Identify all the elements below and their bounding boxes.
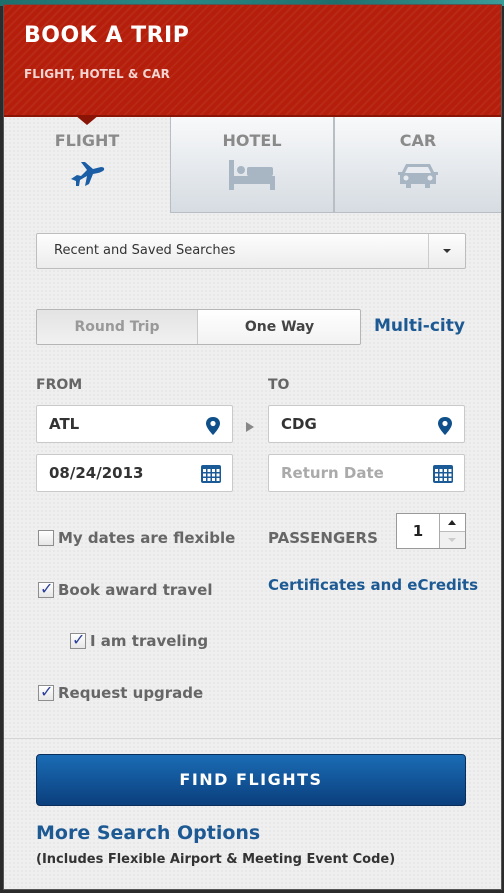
chevron-down-icon [443,249,451,253]
flexible-dates-checkbox[interactable]: My dates are flexible [38,529,235,547]
i-am-traveling-label: I am traveling [90,632,209,650]
panel-title: BOOK A TRIP [24,23,190,48]
route-arrow-icon [246,422,254,432]
tab-flight-label: FLIGHT [54,131,120,150]
passengers-stepper[interactable]: 1 [396,513,466,549]
certificates-ecredits-link[interactable]: Certificates and eCredits [268,576,478,594]
tab-hotel-label: HOTEL [222,131,282,150]
tab-car-label: CAR [399,131,437,150]
flexible-dates-label: My dates are flexible [58,529,236,547]
checkmark-icon: ✓ [72,630,86,649]
more-search-options-link[interactable]: More Search Options [36,822,260,844]
passengers-label: PASSENGERS [268,529,378,547]
checkmark-icon: ✓ [40,682,54,701]
calendar-icon[interactable] [201,465,221,487]
return-date-placeholder: Return Date [281,464,384,482]
passengers-value[interactable]: 1 [397,514,440,548]
depart-date-input[interactable]: 08/24/2013 [36,454,233,492]
trip-type-toggle: Round Trip One Way [36,309,361,345]
one-way-button[interactable]: One Way [198,310,360,344]
recent-searches-dropdown[interactable]: Recent and Saved Searches [36,233,466,269]
book-a-trip-panel: BOOK A TRIP FLIGHT, HOTEL & CAR FLIGHT H… [3,4,502,890]
tab-car[interactable]: CAR [334,117,501,213]
panel-header: BOOK A TRIP FLIGHT, HOTEL & CAR [4,5,501,117]
panel-subtitle: FLIGHT, HOTEL & CAR [24,67,170,81]
award-travel-checkbox[interactable]: ✓ Book award travel [38,579,213,599]
increment-button[interactable] [440,514,465,532]
return-date-input[interactable]: Return Date [268,454,465,492]
booking-tabs: FLIGHT HOTEL CAR [4,117,501,215]
checkbox-box[interactable] [38,530,54,546]
find-flights-button[interactable]: FIND FLIGHTS [36,754,466,806]
i-am-traveling-checkbox[interactable]: ✓ I am traveling [70,630,209,650]
dropdown-toggle[interactable] [428,234,465,268]
recent-searches-label: Recent and Saved Searches [54,243,236,258]
multi-city-link[interactable]: Multi-city [374,316,465,336]
from-label: FROM [36,377,83,393]
bed-icon [171,158,333,194]
checkbox-box[interactable]: ✓ [38,579,54,598]
to-label: TO [268,377,290,393]
request-upgrade-label: Request upgrade [58,684,204,702]
decrement-button[interactable] [440,532,465,548]
location-pin-icon[interactable] [205,416,221,440]
request-upgrade-checkbox[interactable]: ✓ Request upgrade [38,682,204,702]
arrow-up-icon [448,520,456,525]
award-travel-label: Book award travel [58,581,213,599]
tab-flight[interactable]: FLIGHT [4,117,170,213]
to-airport-value: CDG [281,415,317,433]
more-search-options-note: (Includes Flexible Airport & Meeting Eve… [36,852,396,867]
to-airport-input[interactable]: CDG [268,405,465,443]
tab-hotel[interactable]: HOTEL [170,117,334,213]
from-airport-input[interactable]: ATL [36,405,233,443]
checkbox-box[interactable]: ✓ [38,682,54,701]
depart-date-value: 08/24/2013 [49,464,144,482]
car-icon [335,158,501,194]
arrow-down-icon [448,538,456,542]
from-airport-value: ATL [49,415,80,433]
checkmark-icon: ✓ [40,579,54,598]
round-trip-button[interactable]: Round Trip [37,310,198,344]
checkbox-box[interactable]: ✓ [70,630,86,649]
calendar-icon[interactable] [433,465,453,487]
section-divider [4,738,501,739]
airplane-icon [4,158,170,194]
location-pin-icon[interactable] [437,416,453,440]
active-tab-indicator [75,115,99,125]
